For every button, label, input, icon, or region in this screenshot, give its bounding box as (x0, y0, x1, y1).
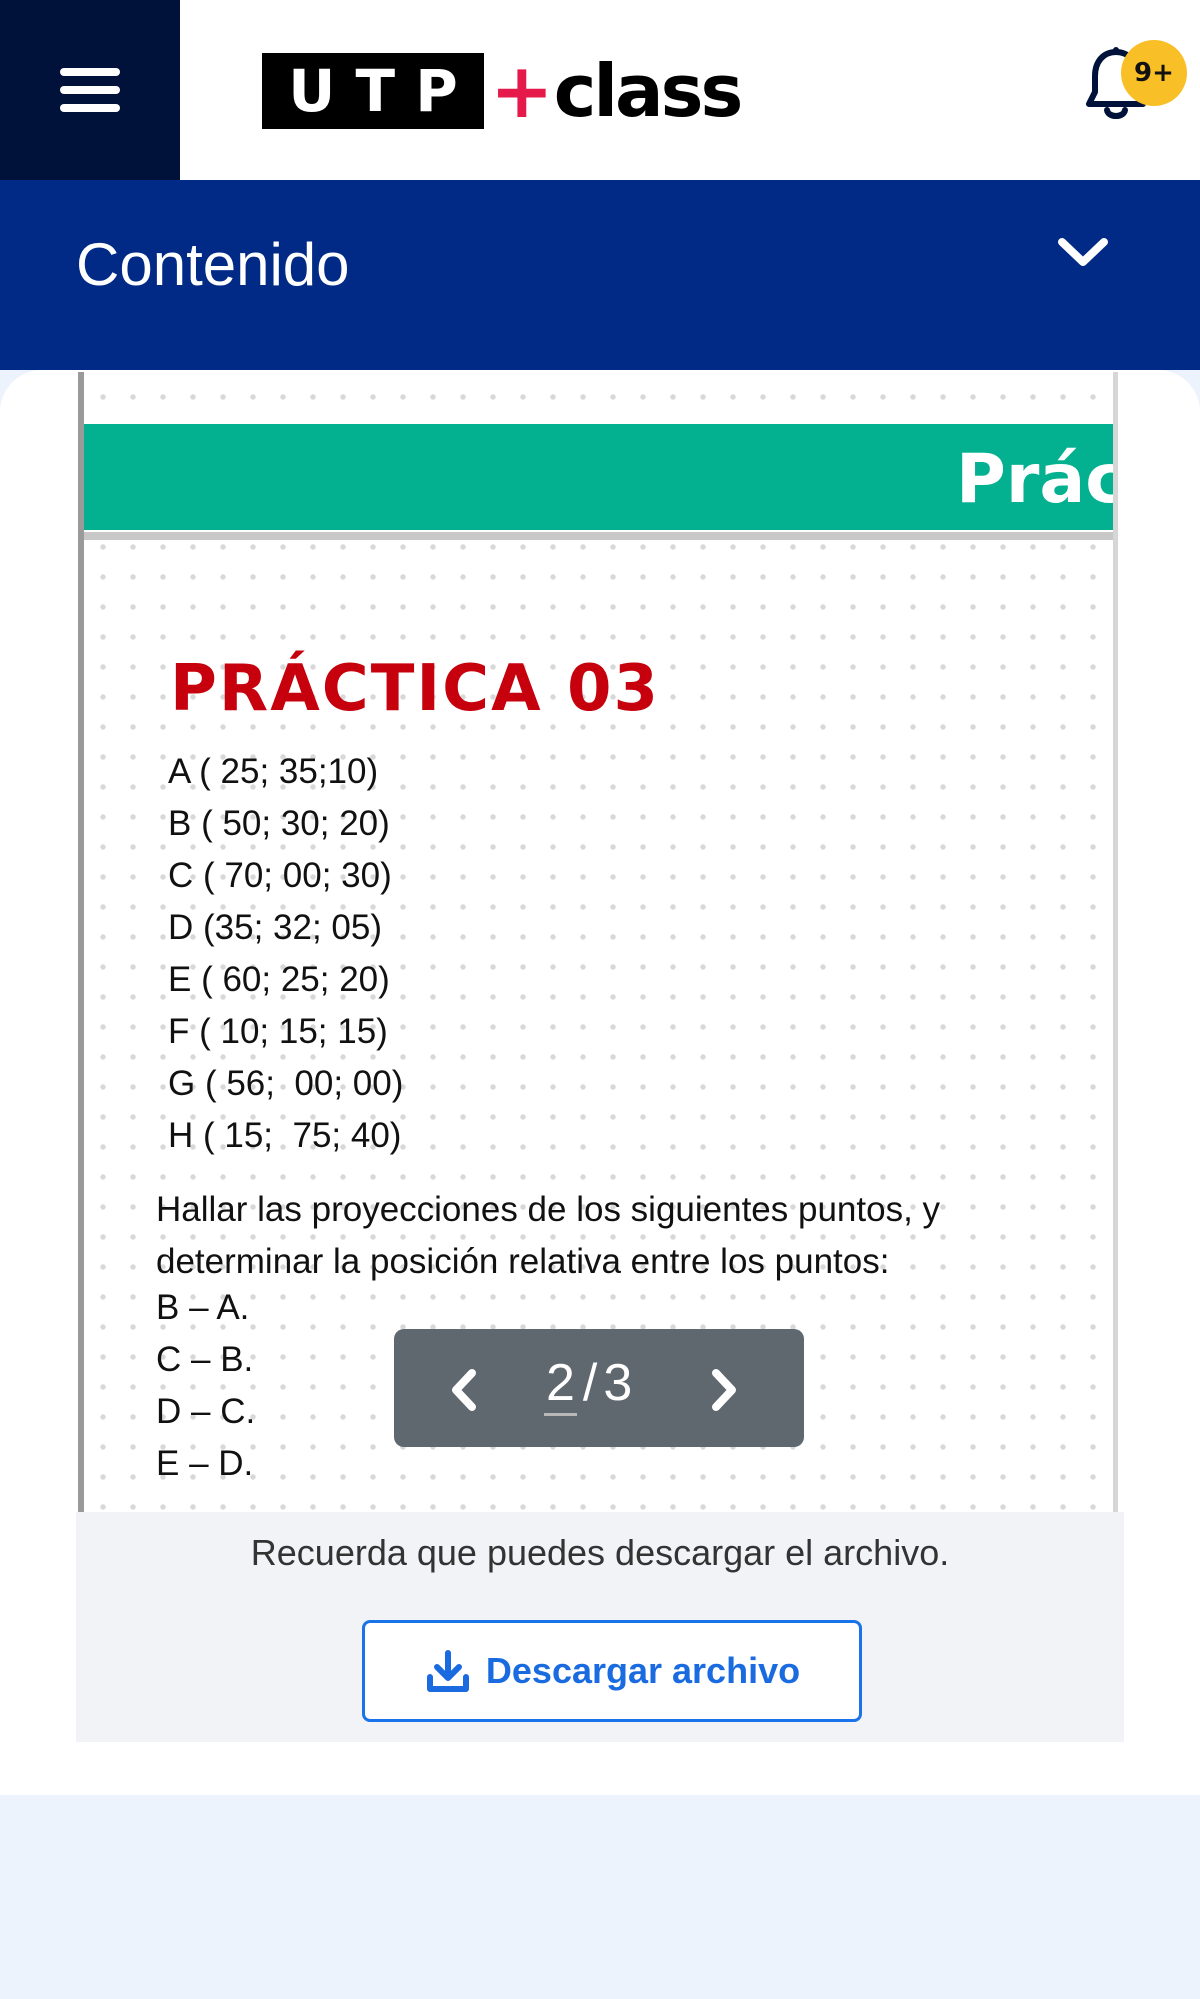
point-item: A ( 25; 35;10) (168, 752, 379, 791)
pairs-list: B – A. C – B. D – C. E – D. (156, 1288, 255, 1496)
chevron-down-icon[interactable] (1050, 220, 1116, 286)
point-item: D (35; 32; 05) (168, 908, 382, 947)
hamburger-icon (60, 68, 120, 112)
viewer-right-border (1113, 372, 1118, 1512)
page-current-input[interactable]: 2 (544, 1353, 577, 1416)
pair-item: C – B. (156, 1340, 254, 1379)
download-note: Recuerda que puedes descargar el archivo… (250, 1532, 950, 1573)
point-item: B ( 50; 30; 20) (168, 804, 390, 843)
utp-class-logo[interactable]: U T P + class (262, 46, 744, 135)
pair-item: D – C. (156, 1392, 256, 1431)
point-item: F ( 10; 15; 15) (168, 1012, 388, 1051)
download-button[interactable]: Descargar archivo (362, 1620, 862, 1722)
instruction-text: Hallar las proyecciones de los siguiente… (156, 1190, 941, 1281)
menu-button[interactable] (0, 0, 180, 180)
logo-plus: + (490, 46, 554, 135)
download-icon (426, 1650, 469, 1692)
page-counter: 2 / 3 (544, 1353, 664, 1416)
viewer-left-border (78, 372, 84, 1512)
download-section: Recuerda que puedes descargar el archivo… (76, 1512, 1124, 1742)
practice-title: PRÁCTICA 03 (170, 652, 660, 726)
logo-class-text: class (553, 49, 744, 133)
content-section-title: Contenido (76, 231, 350, 298)
point-item: E ( 60; 25; 20) (168, 960, 390, 999)
banner-divider (84, 532, 1118, 540)
notifications-button[interactable]: 9+ (1085, 40, 1187, 130)
pair-item: E – D. (156, 1444, 254, 1483)
document-banner: Prác (84, 424, 1118, 530)
top-bar: U T P + class 9+ (0, 0, 1200, 180)
points-list: A ( 25; 35;10) B ( 50; 30; 20) C ( 70; 0… (168, 752, 403, 1168)
download-button-label: Descargar archivo (485, 1650, 801, 1691)
logo-utp-block: U T P (262, 53, 484, 129)
page-total: 3 (603, 1354, 633, 1412)
point-item: C ( 70; 00; 30) (168, 856, 392, 895)
page-navigator: 2 / 3 (394, 1329, 804, 1447)
content-section-header[interactable]: Contenido (0, 180, 1200, 370)
chevron-right-icon[interactable] (706, 1367, 742, 1413)
notification-count-badge: 9+ (1121, 40, 1187, 106)
point-item: H ( 15; 75; 40) (168, 1116, 402, 1155)
chevron-left-icon[interactable] (446, 1367, 482, 1413)
banner-text: Prác (956, 440, 1118, 519)
page-separator: / (582, 1354, 598, 1412)
logo-utp-text: U T P (288, 57, 458, 125)
pair-item: B – A. (156, 1288, 250, 1327)
point-item: G ( 56; 00; 00) (168, 1064, 404, 1103)
